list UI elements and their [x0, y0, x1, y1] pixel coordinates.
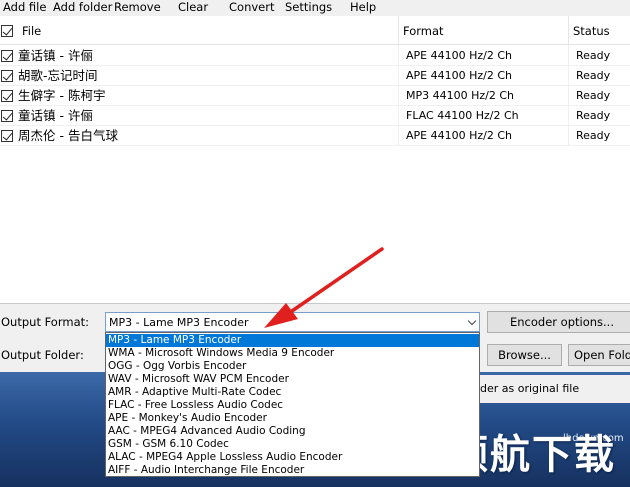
check-icon[interactable]	[1, 70, 13, 82]
output-format-select[interactable]: MP3 - Lame MP3 Encoder	[105, 312, 480, 332]
list-item[interactable]: 童话镇 - 许俪 FLAC 44100 Hz/2 Ch Ready	[0, 106, 630, 126]
list-item[interactable]: 胡歌-忘记时间 APE 44100 Hz/2 Ch Ready	[0, 66, 630, 86]
list-item[interactable]: 周杰伦 - 告白气球 APE 44100 Hz/2 Ch Ready	[0, 126, 630, 146]
file-format: APE 44100 Hz/2 Ch	[406, 69, 512, 82]
browse-button[interactable]: Browse...	[487, 344, 562, 366]
dropdown-option[interactable]: APE - Monkey's Audio Encoder	[106, 412, 479, 425]
output-format-label: Output Format:	[1, 315, 90, 329]
file-name: 童话镇 - 许俪	[18, 108, 93, 123]
file-status: Ready	[576, 49, 611, 62]
dropdown-option[interactable]: MP3 - Lame MP3 Encoder	[106, 334, 479, 347]
dropdown-option[interactable]: ALAC - MPEG4 Apple Lossless Audio Encode…	[106, 451, 479, 464]
file-name: 童话镇 - 许俪	[18, 48, 93, 63]
menu-settings[interactable]: Settings	[285, 0, 332, 14]
dropdown-option[interactable]: AMR - Adaptive Multi-Rate Codec	[106, 386, 479, 399]
dropdown-option[interactable]: OGG - Ogg Vorbis Encoder	[106, 360, 479, 373]
selected-format: MP3 - Lame MP3 Encoder	[109, 316, 249, 329]
file-status: Ready	[576, 109, 611, 122]
menu-add-folder[interactable]: Add folder	[53, 0, 112, 14]
format-dropdown-list[interactable]: MP3 - Lame MP3 Encoder WMA - Microsoft W…	[105, 332, 480, 477]
file-status: Ready	[576, 129, 611, 142]
menu-add-file[interactable]: Add file	[3, 0, 46, 14]
column-status[interactable]: Status	[573, 16, 610, 45]
list-header: File Format Status	[0, 16, 630, 45]
same-folder-label: der as original file	[480, 382, 580, 395]
check-icon[interactable]	[1, 50, 13, 62]
check-icon[interactable]	[1, 90, 13, 102]
chevron-down-icon[interactable]	[467, 316, 477, 326]
column-gridline	[568, 45, 569, 145]
column-file[interactable]: File	[22, 16, 41, 45]
file-name: 周杰伦 - 告白气球	[18, 128, 118, 143]
menu-bar: Add file Add folder Remove Clear Convert…	[0, 0, 630, 16]
dropdown-option[interactable]: AIFF - Audio Interchange File Encoder	[106, 464, 479, 477]
list-item[interactable]: 生僻字 - 陈柯宇 MP3 44100 Hz/2 Ch Ready	[0, 86, 630, 106]
dropdown-option[interactable]: GSM - GSM 6.10 Codec	[106, 438, 479, 451]
column-divider[interactable]	[568, 16, 569, 45]
menu-convert[interactable]: Convert	[229, 0, 274, 14]
file-list[interactable]: File Format Status 童话镇 - 许俪 APE 44100 Hz…	[0, 16, 630, 304]
check-icon[interactable]	[1, 130, 13, 142]
open-folder-button[interactable]: Open Folder	[568, 344, 630, 366]
column-divider[interactable]	[398, 16, 399, 45]
menu-remove[interactable]: Remove	[114, 0, 161, 14]
dropdown-option[interactable]: WAV - Microsoft WAV PCM Encoder	[106, 373, 479, 386]
file-name: 胡歌-忘记时间	[18, 68, 98, 83]
encoder-options-button[interactable]: Encoder options...	[487, 311, 630, 333]
file-status: Ready	[576, 89, 611, 102]
check-icon[interactable]	[1, 110, 13, 122]
file-name: 生僻字 - 陈柯宇	[18, 88, 106, 103]
column-format[interactable]: Format	[403, 16, 444, 45]
menu-clear[interactable]: Clear	[178, 0, 208, 14]
dropdown-option[interactable]: AAC - MPEG4 Advanced Audio Coding	[106, 425, 479, 438]
dropdown-option[interactable]: FLAC - Free Lossless Audio Codec	[106, 399, 479, 412]
file-format: MP3 44100 Hz/2 Ch	[406, 89, 515, 102]
file-format: FLAC 44100 Hz/2 Ch	[406, 109, 519, 122]
same-folder-option[interactable]: der as original file	[480, 375, 630, 403]
dropdown-option[interactable]: WMA - Microsoft Windows Media 9 Encoder	[106, 347, 479, 360]
file-format: APE 44100 Hz/2 Ch	[406, 129, 512, 142]
list-item[interactable]: 童话镇 - 许俪 APE 44100 Hz/2 Ch Ready	[0, 46, 630, 66]
file-format: APE 44100 Hz/2 Ch	[406, 49, 512, 62]
file-status: Ready	[576, 69, 611, 82]
output-folder-label: Output Folder:	[1, 348, 84, 362]
select-all-checkbox[interactable]	[1, 25, 13, 37]
column-gridline	[398, 45, 399, 145]
menu-help[interactable]: Help	[350, 0, 376, 14]
